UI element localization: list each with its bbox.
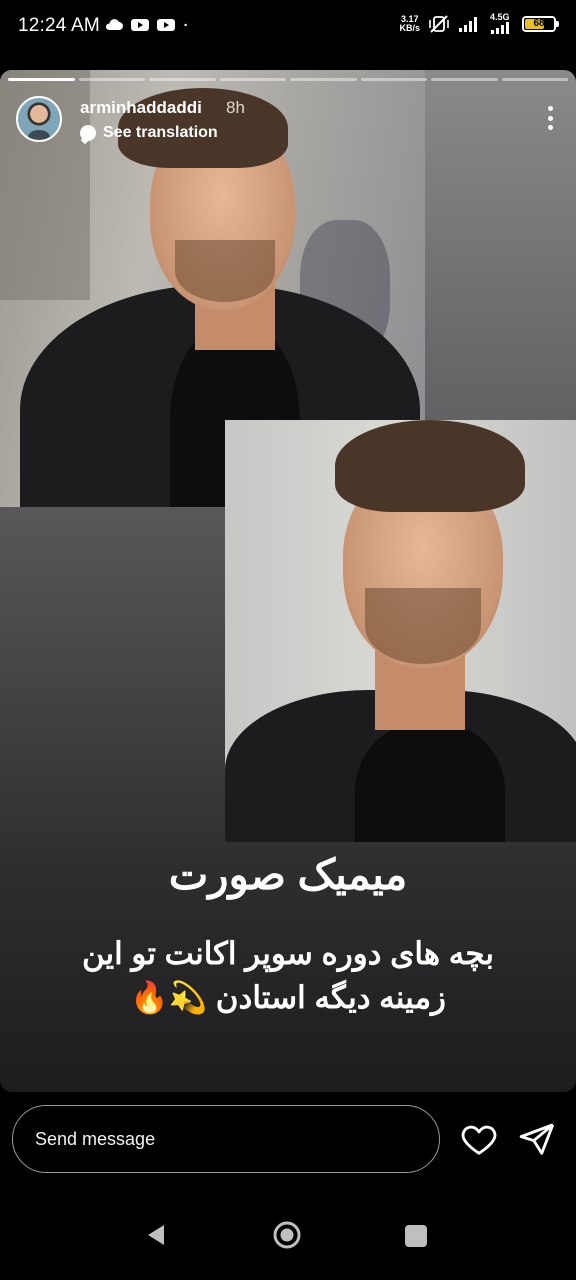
youtube-icon: [131, 19, 149, 31]
status-bar: 12:24 AM 3.17 KB/s 4.5G 68: [0, 0, 576, 56]
mute-vibrate-icon: [429, 14, 449, 33]
cloud-icon: [105, 19, 123, 30]
more-options-icon[interactable]: [548, 106, 554, 130]
progress-segment: [290, 78, 357, 81]
caption-line: زمینه دیگه استادن 💫🔥: [129, 980, 447, 1015]
story-viewer[interactable]: arminhaddaddi 8h See translation میمیک ص…: [0, 70, 576, 1092]
notification-icons: [104, 17, 194, 33]
avatar[interactable]: [16, 96, 62, 142]
caption-line: بچه های دوره سوپر اکانت تو این: [81, 936, 495, 971]
progress-segment: [8, 78, 75, 81]
recents-icon[interactable]: [405, 1225, 427, 1247]
youtube-icon: [157, 19, 175, 31]
status-right: 3.17 KB/s 4.5G 68: [399, 13, 559, 34]
home-icon[interactable]: [272, 1220, 302, 1250]
see-translation-label: See translation: [103, 124, 218, 141]
back-icon[interactable]: [144, 1222, 170, 1248]
send-icon[interactable]: [518, 1120, 556, 1158]
story-header: arminhaddaddi 8h See translation: [16, 96, 560, 146]
status-time: 12:24 AM: [18, 15, 100, 36]
see-translation-button[interactable]: See translation: [80, 124, 218, 142]
signal-icon: [459, 16, 477, 32]
progress-segment: [149, 78, 216, 81]
battery-level: 68: [533, 17, 545, 29]
story-progress: [8, 78, 568, 81]
story-photo-bottom: [225, 420, 576, 842]
story-caption: بچه های دوره سوپر اکانت تو این زمینه دیگ…: [60, 932, 516, 1020]
speech-bubble-icon: [80, 125, 96, 141]
system-nav-bar: [0, 1192, 576, 1280]
net-speed-unit: KB/s: [399, 22, 420, 33]
progress-segment: [219, 78, 286, 81]
story-title: میمیک صورت: [168, 851, 408, 898]
username[interactable]: arminhaddaddi: [80, 98, 202, 118]
network-type: 4.5G: [490, 12, 510, 22]
dot-icon: [184, 23, 187, 27]
heart-icon[interactable]: [460, 1120, 498, 1158]
net-speed: 3.17 KB/s: [399, 14, 420, 33]
send-message-input[interactable]: [12, 1105, 440, 1173]
progress-segment: [78, 78, 145, 81]
progress-segment: [360, 78, 427, 81]
battery-icon: 68: [522, 15, 559, 32]
network-type-group: 4.5G: [490, 13, 514, 34]
reply-bar: [0, 1092, 576, 1192]
post-age: 8h: [226, 98, 245, 117]
progress-segment: [501, 78, 568, 81]
signal-icon: [491, 22, 509, 34]
progress-segment: [431, 78, 498, 81]
